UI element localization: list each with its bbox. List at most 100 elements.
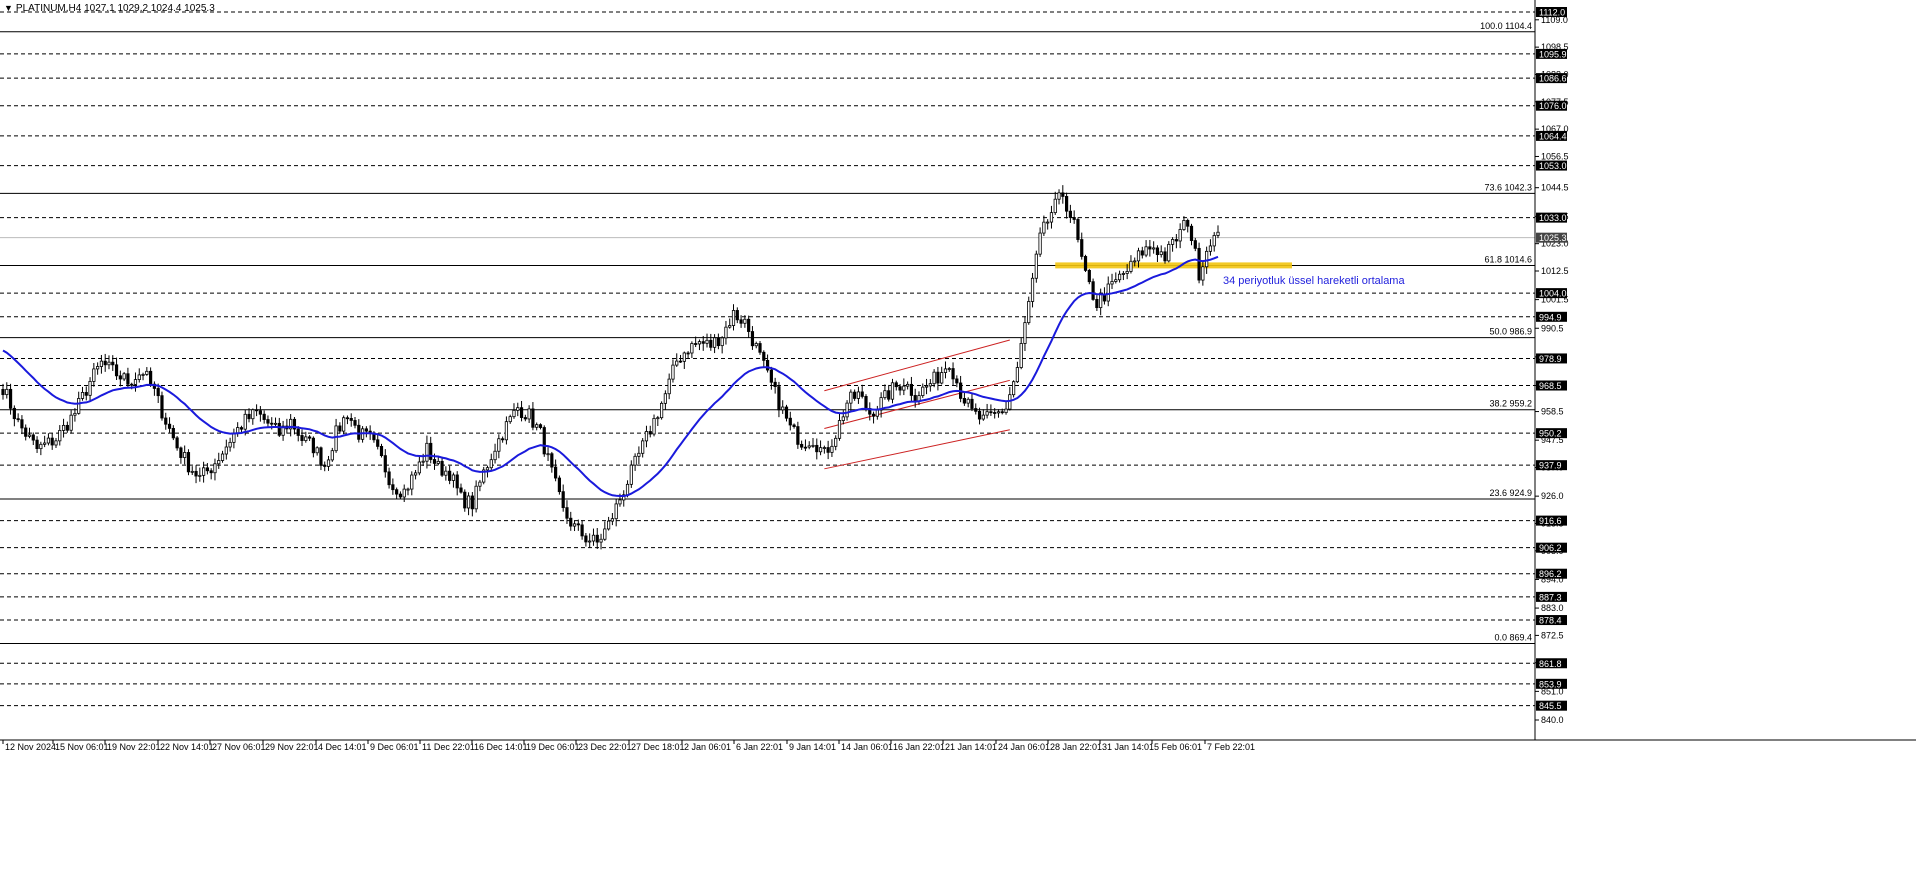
candle-body [569,517,573,527]
candle-body [985,411,989,416]
candle-body [652,417,656,435]
candle-body [1012,381,1016,396]
candle-body [421,460,425,463]
candle-body [58,430,62,442]
candle-body [387,471,391,486]
fib-label: 100.0 1104.4 [1480,21,1532,31]
candle-body [943,368,948,373]
candle-body [478,481,482,487]
candle-body [803,446,808,449]
candle-body [826,447,830,453]
candle-body [16,418,20,421]
candle-body [735,310,739,321]
candle-body [788,417,792,426]
candle-body [254,409,259,412]
fib-label: 23.6 924.9 [1489,488,1532,498]
candle-body [300,435,304,441]
candle-body [686,352,690,355]
candle-body [572,523,577,527]
candle-body [440,460,444,476]
candle-body [924,385,929,388]
candle-body [928,383,932,387]
candle-body [1155,247,1160,256]
candle-body [675,360,679,366]
candle-body [466,495,471,509]
candle-body [228,441,232,448]
candle-body [731,310,736,326]
candle-body [940,372,944,384]
candle-body [61,424,66,431]
candle-body [383,455,387,473]
candle-body [1133,260,1137,263]
candle-body [887,390,891,400]
candle-body [871,413,876,417]
fib-label: 0.0 869.4 [1494,632,1532,642]
x-tick-label: 14 Jan 06:01 [841,742,893,752]
fib-label: 61.8 1014.6 [1484,255,1532,265]
x-tick-label: 2 Jan 06:01 [684,742,731,752]
candle-body [845,402,849,418]
fib-label: 50.0 986.9 [1489,327,1532,337]
candle-body [80,392,85,399]
x-tick-label: 22 Nov 14:01 [160,742,214,752]
candle-body [103,360,107,366]
price-tag-label: 994.9 [1539,312,1562,322]
x-tick-label: 27 Dec 18:01 [631,742,685,752]
candle-body [932,371,936,385]
candle-body [951,368,955,380]
price-tag-label: 1112.0 [1539,8,1565,18]
price-tag-label: 1025.3 [1539,233,1567,243]
candle-body [584,535,588,543]
candle-body [501,438,505,441]
candle-body [1148,246,1152,250]
candle-body [765,359,770,371]
candle-body [550,453,554,468]
candle-body [588,540,592,543]
candle-body [497,438,501,452]
candle-body [716,337,720,347]
candle-body [489,459,493,469]
candle-body [773,381,777,387]
candle-body [656,417,660,420]
candle-body [519,407,524,418]
candle-body [883,390,887,399]
candle-body [179,447,183,458]
candle-body [1038,232,1042,255]
price-tag-label: 861.8 [1539,659,1562,669]
price-chart[interactable]: 100.0 1104.4 73.6 1042.3 61.8 1014.6 50.0 9… [0,0,1916,888]
price-tag-label: 845.5 [1539,701,1562,711]
candle-body [474,485,478,510]
candle-body [334,425,338,452]
candle-body [137,374,141,380]
x-tick-label: 19 Nov 22:01 [107,742,161,752]
x-tick-label: 24 Jan 06:01 [998,742,1050,752]
candle-body [1110,281,1114,285]
candle-body [243,413,247,430]
price-tag-label: 950.2 [1539,429,1562,439]
candle-body [1072,217,1076,220]
candle-body [5,388,9,396]
candle-body [398,493,403,498]
candle-body [849,391,853,404]
candle-body [470,495,474,510]
candle-body [811,444,815,447]
candle-body [311,437,315,454]
candle-body [77,398,81,414]
candle-body [694,343,698,345]
candle-body [659,402,664,419]
candle-body [406,488,410,491]
candle-body [894,382,898,388]
candle-body [1159,251,1163,256]
candle-body [156,388,160,397]
candle-body [391,484,395,491]
x-tick-label: 16 Dec 14:01 [474,742,528,752]
candle-body [728,325,732,328]
candle-body [451,474,456,481]
candle-body [209,470,213,474]
candle-body [906,383,910,387]
candle-body [595,534,599,543]
candle-body [24,427,28,437]
candle-body [239,427,244,430]
candle-body [1034,253,1038,279]
candle-body [432,459,437,464]
